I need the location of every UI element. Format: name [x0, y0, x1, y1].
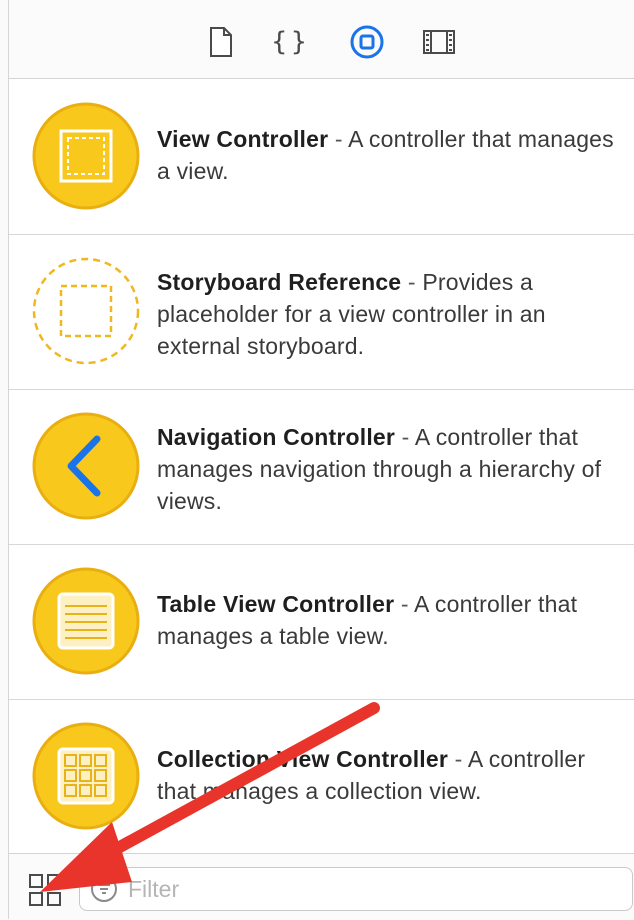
- filter-field[interactable]: [79, 867, 633, 911]
- tab-media-library[interactable]: [419, 22, 459, 62]
- tab-file-inspector[interactable]: [201, 22, 241, 62]
- list-item-collection-view-controller[interactable]: Collection View Controller - A controlle…: [9, 699, 634, 854]
- collection-view-controller-icon: [32, 722, 140, 830]
- table-view-controller-icon: [32, 567, 140, 675]
- list-item-text: Table View Controller - A controller tha…: [157, 588, 617, 652]
- item-title: Navigation Controller: [157, 424, 396, 450]
- storyboard-reference-icon: [32, 257, 140, 365]
- document-icon: [210, 27, 232, 57]
- item-separator: -: [394, 591, 415, 617]
- list-item-text: Collection View Controller - A controlle…: [157, 743, 617, 807]
- item-separator: -: [401, 269, 423, 295]
- filter-icon: [91, 876, 117, 902]
- grid-view-icon: [29, 874, 61, 906]
- grid-view-toggle-button[interactable]: [27, 872, 63, 908]
- library-bottom-bar: [9, 853, 634, 920]
- list-item-storyboard-reference[interactable]: Storyboard Reference - Provides a placeh…: [9, 234, 634, 390]
- list-item-text: View Controller - A controller that mana…: [157, 123, 617, 187]
- film-strip-icon: [423, 30, 455, 54]
- view-controller-icon: [32, 102, 140, 210]
- inspector-toolbar: {}: [9, 0, 634, 79]
- item-separator: -: [395, 424, 415, 450]
- item-title: View Controller: [157, 126, 329, 152]
- list-item-text: Navigation Controller - A controller tha…: [157, 421, 617, 517]
- list-item-navigation-controller[interactable]: Navigation Controller - A controller tha…: [9, 389, 634, 545]
- navigation-controller-icon: [32, 412, 140, 520]
- item-separator: -: [448, 746, 468, 772]
- object-library-icon: [350, 25, 384, 59]
- object-library-panel: {} View Controller - A controller that m…: [8, 0, 634, 920]
- list-item-text: Storyboard Reference - Provides a placeh…: [157, 266, 617, 362]
- list-item-table-view-controller[interactable]: Table View Controller - A controller tha…: [9, 544, 634, 700]
- list-item-view-controller[interactable]: View Controller - A controller that mana…: [9, 79, 634, 235]
- filter-input[interactable]: [126, 872, 610, 906]
- item-title: Storyboard Reference: [157, 269, 402, 295]
- item-separator: -: [328, 126, 349, 152]
- tab-quick-help[interactable]: {}: [271, 22, 311, 62]
- curly-braces-icon: {}: [271, 27, 311, 57]
- item-title: Collection View Controller: [157, 746, 449, 772]
- item-title: Table View Controller: [157, 591, 395, 617]
- tab-object-library[interactable]: [347, 22, 387, 62]
